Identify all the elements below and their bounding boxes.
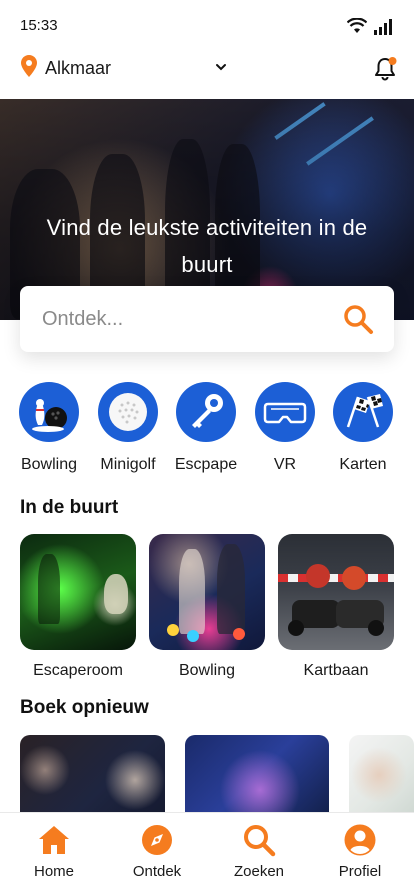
section-title-rebook: Boek opnieuw — [20, 697, 149, 718]
hero-title: Vind de leukste activiteiten in de buurt — [46, 215, 368, 277]
chevron-down-icon[interactable] — [214, 62, 228, 72]
nearby-card-kartbaan[interactable]: Kartbaan — [278, 534, 394, 680]
home-icon — [39, 826, 69, 854]
golf-ball-icon — [98, 382, 158, 442]
location-pin-icon — [21, 55, 37, 77]
kartbaan-image — [278, 534, 394, 650]
card-label: Escaperoom — [33, 662, 123, 679]
rebook-card-2[interactable] — [185, 735, 329, 815]
category-vr[interactable]: VR — [240, 382, 330, 474]
bowling-icon — [19, 382, 79, 442]
location-selector[interactable]: Alkmaar — [0, 52, 414, 86]
wifi-icon — [347, 18, 367, 33]
nav-ontdek[interactable]: Ontdek — [112, 823, 202, 880]
rebook-card-3[interactable] — [349, 735, 414, 815]
checkered-flags-icon — [333, 382, 393, 442]
home-screen: 15:33 Alkmaar Vind de leukste activiteit… — [0, 0, 414, 896]
card-label: Bowling — [178, 662, 236, 679]
search-icon[interactable] — [342, 303, 374, 335]
bottom-navigation: Home Ontdek Zoeken Profiel — [0, 812, 414, 896]
status-bar: 15:33 — [0, 0, 414, 48]
nearby-card-bowling[interactable]: Bowling — [149, 534, 265, 680]
category-bowling[interactable]: Bowling — [4, 382, 94, 474]
search-icon — [244, 825, 276, 857]
key-icon — [176, 382, 236, 442]
bowling-image — [149, 534, 265, 650]
search-placeholder: Ontdek... — [42, 308, 124, 330]
profile-icon — [344, 824, 376, 856]
category-minigolf[interactable]: Minigolf — [83, 382, 173, 474]
section-title-nearby: In de buurt — [20, 497, 119, 518]
nav-label: Home — [33, 863, 74, 880]
nav-label: Profiel — [338, 863, 382, 880]
card-label: Kartbaan — [303, 662, 369, 679]
category-label: Minigolf — [100, 456, 156, 473]
nav-zoeken[interactable]: Zoeken — [214, 823, 304, 880]
category-list: Bowling Minigolf Escpape VR Karten — [0, 382, 414, 482]
nav-profiel[interactable]: Profiel — [315, 823, 405, 880]
category-karten[interactable]: Karten — [318, 382, 408, 474]
escaperoom-image — [20, 534, 136, 650]
category-label: Escpape — [174, 456, 238, 473]
category-label: Karten — [339, 456, 387, 473]
nearby-card-escaperoom[interactable]: Escaperoom — [20, 534, 136, 680]
nav-label: Zoeken — [233, 863, 285, 880]
location-name[interactable]: Alkmaar — [45, 58, 111, 79]
nav-home[interactable]: Home — [9, 823, 99, 880]
search-input[interactable]: Ontdek... — [20, 286, 394, 352]
category-label: Bowling — [20, 456, 78, 473]
bell-icon[interactable] — [372, 56, 398, 82]
signal-icon — [374, 19, 392, 35]
category-label: VR — [273, 456, 297, 473]
status-time: 15:33 — [20, 17, 58, 34]
vr-headset-icon — [255, 382, 315, 442]
compass-icon — [142, 825, 172, 855]
category-escape[interactable]: Escpape — [161, 382, 251, 474]
rebook-card-1[interactable] — [20, 735, 165, 815]
notification-dot — [388, 57, 397, 65]
nav-label: Ontdek — [132, 863, 182, 880]
